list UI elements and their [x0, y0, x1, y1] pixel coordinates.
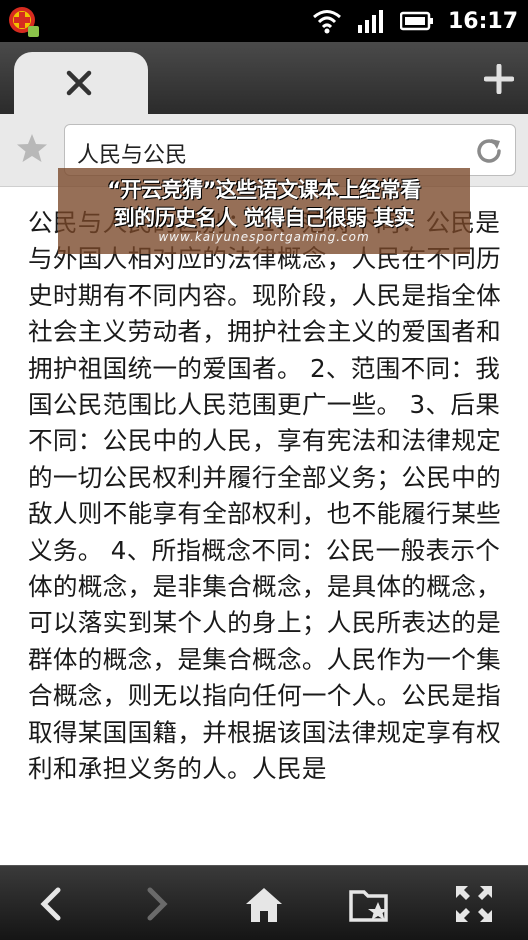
forward-icon[interactable] — [134, 882, 178, 926]
url-text: 人民与公民 — [77, 143, 188, 168]
back-icon[interactable] — [30, 882, 74, 926]
bookmarks-folder-icon[interactable] — [348, 882, 392, 926]
active-tab[interactable] — [14, 52, 148, 114]
home-icon[interactable] — [242, 882, 286, 926]
watermark-banner: “开云竞猜”这些语文课本上经常看 到的历史名人 觉得自己很弱 其实 www.ka… — [58, 168, 470, 254]
signal-icon — [357, 10, 383, 33]
fullscreen-icon[interactable] — [452, 882, 496, 926]
status-bar: 16:17 — [0, 0, 528, 42]
battery-icon — [399, 11, 433, 31]
tab-bar — [0, 42, 528, 114]
article-text: 公民与人民的区别： 1、范畴不同：公民是与外国人相对应的法律概念，人民在不同历史… — [28, 208, 501, 784]
watermark-url: www.kaiyunesportgaming.com — [158, 230, 370, 244]
app-notification-icon — [9, 7, 39, 37]
watermark-line-1: “开云竞猜”这些语文课本上经常看 — [107, 178, 421, 202]
reload-icon[interactable] — [473, 135, 505, 167]
bottom-toolbar — [0, 865, 528, 940]
wifi-icon — [313, 10, 341, 34]
plus-icon[interactable] — [484, 64, 514, 94]
close-icon[interactable] — [64, 68, 94, 98]
status-clock: 16:17 — [447, 8, 518, 34]
watermark-line-2: 到的历史名人 觉得自己很弱 其实 — [113, 206, 415, 230]
page-content[interactable]: 公民与人民的区别： 1、范畴不同：公民是与外国人相对应的法律概念，人民在不同历史… — [0, 187, 528, 865]
bookmark-star-icon[interactable] — [16, 132, 48, 164]
